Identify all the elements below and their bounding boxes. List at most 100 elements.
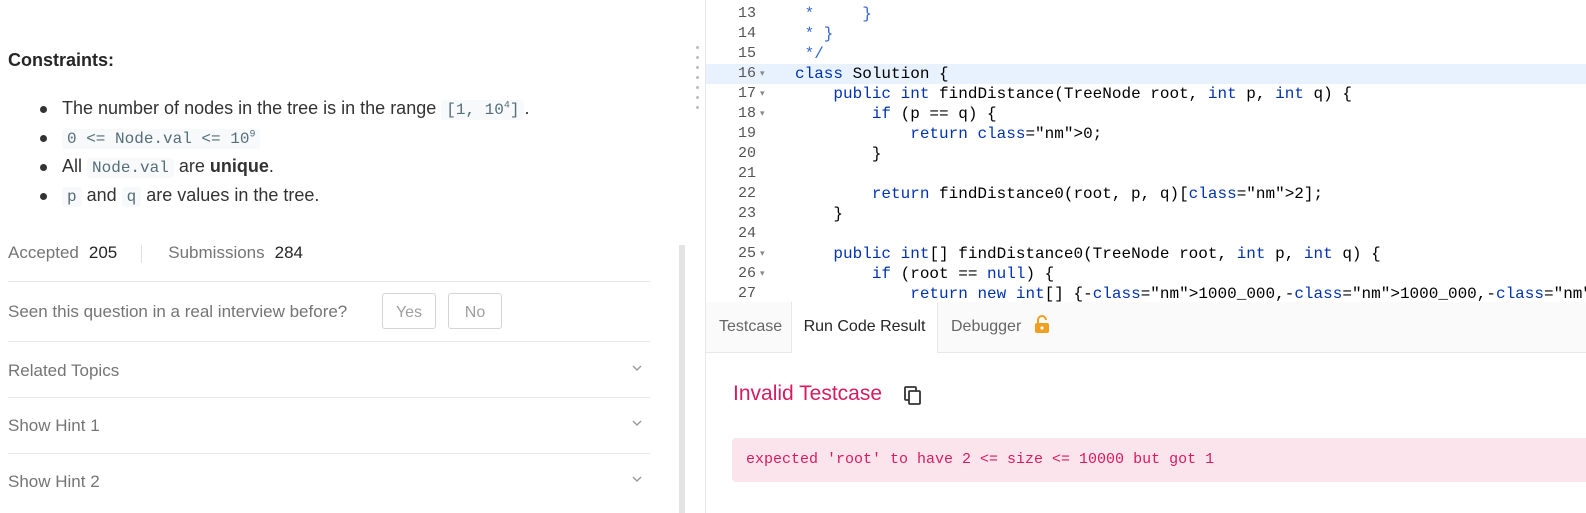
chevron-down-icon [632,420,642,426]
fold-arrow-icon[interactable]: ▾ [760,264,765,284]
accordion-hint-1[interactable]: Show Hint 1 [8,416,650,436]
code-line[interactable]: 17 ▾ public int findDistance(TreeNode roo… [706,84,1586,104]
divider [8,281,650,282]
fold-arrow-icon[interactable]: ▾ [760,104,765,124]
accordion-label: Related Topics [8,361,120,380]
constraint-text: and [81,185,122,205]
constraint-code: [1, 104] [441,100,525,120]
submissions-label: Submissions [168,243,265,262]
line-number: 23 [737,205,756,222]
code-text: class Solution { [795,65,949,83]
no-button[interactable]: No [448,293,502,329]
code-line[interactable]: 15 */ [706,44,1586,64]
code-text: public int findDistance(TreeNode root, i… [833,85,1352,103]
constraint-item: The number of nodes in the tree is in th… [38,94,529,123]
accordion-label: Show Hint 2 [8,472,100,491]
fold-arrow-icon[interactable]: ▾ [760,64,765,84]
line-number: 22 [737,185,756,202]
line-number: 26 [737,265,756,282]
submissions-count: 284 [274,243,304,262]
code-line[interactable]: 19 return class="nm">0; [706,124,1586,144]
line-number: 17 [737,85,756,102]
code-text: * } [795,5,872,23]
code-line[interactable]: 25 ▾ public int[] findDistance0(TreeNode … [706,244,1586,264]
code-line[interactable]: 20 } [706,144,1586,164]
yes-button[interactable]: Yes [382,293,436,329]
constraint-bold: unique [209,156,269,176]
line-number: 15 [737,45,756,62]
code-line[interactable]: 14 * } [706,24,1586,44]
tab-run-code-result[interactable]: Run Code Result [791,302,938,353]
code-line[interactable]: 16 ▾ class Solution { [706,64,1586,84]
line-number: 25 [737,245,756,262]
line-number: 19 [737,125,756,142]
constraint-item: p and q are values in the tree. [38,181,529,210]
constraint-text-end: . [268,156,274,176]
fold-arrow-icon[interactable]: ▾ [760,244,765,264]
constraint-code-text: [1, 10 [446,101,504,119]
code-editor[interactable]: 13 * } 14 * } 15 */16 ▾ class Solution {17 ▾ … [706,0,1586,302]
copy-icon[interactable] [904,386,922,406]
code-text: * } [795,25,834,43]
divider [8,453,650,454]
constraint-code-end: ] [509,101,520,119]
chevron-down-icon [632,476,642,482]
console-tabs: Testcase Run Code Result Debugger [706,302,1586,353]
constraint-item: All Node.val are unique. [38,152,529,181]
line-number: 27 [737,285,756,302]
code-text: } [795,205,844,223]
code-text: return new int[] {-class="nm">1000_000,-… [910,285,1586,302]
stats-separator [141,244,143,263]
code-line[interactable]: 13 * } [706,4,1586,24]
tab-debugger-label: Debugger [951,318,1022,335]
result-title: Invalid Testcase [733,382,883,405]
code-text: */ [795,45,824,63]
scrollbar[interactable] [679,245,685,513]
line-number: 21 [737,165,756,182]
divider [8,341,650,342]
code-text: } [795,145,882,163]
panel-splitter[interactable] [688,0,706,513]
code-line[interactable]: 18 ▾ if (p == q) { [706,104,1586,124]
code-text: return findDistance0(root, p, q)[class="… [871,185,1324,203]
interview-question: Seen this question in a real interview b… [8,302,348,321]
constraint-code: Node.val [87,158,174,178]
line-number: 20 [737,145,756,162]
drag-handle-icon[interactable] [696,46,699,116]
accepted-count: 205 [88,243,118,262]
tab-testcase[interactable]: Testcase [719,302,782,352]
constraint-text-end: . [524,98,530,118]
code-line[interactable]: 27 return new int[] {-class="nm">1000_00… [706,284,1586,302]
divider [8,397,650,398]
constraints-list: The number of nodes in the tree is in th… [38,94,529,210]
accordion-hint-2[interactable]: Show Hint 2 [8,472,650,492]
code-text: public int[] findDistance0(TreeNode root… [833,245,1381,263]
description-panel: Constraints: The number of nodes in the … [0,0,688,513]
line-number: 14 [737,25,756,42]
constraint-code-text: 0 <= Node.val <= 10 [67,130,250,148]
constraint-text-end: are values in the tree. [141,185,320,205]
code-line[interactable]: 21 [706,164,1586,184]
constraint-code: 0 <= Node.val <= 109 [62,129,261,149]
code-text: if (root == null) { [871,265,1055,283]
stats-row: Accepted 205 Submissions 284 [8,243,303,263]
code-line[interactable]: 26 ▾ if (root == null) { [706,264,1586,284]
console-panel: Testcase Run Code Result Debugger Invali… [706,302,1586,513]
code-line[interactable]: 23 } [706,204,1586,224]
chevron-down-icon [632,365,642,371]
lock-icon [1034,315,1049,333]
accordion-label: Show Hint 1 [8,416,100,435]
code-line[interactable]: 24 [706,224,1586,244]
accordion-related-topics[interactable]: Related Topics [8,361,650,381]
tab-debugger[interactable]: Debugger [951,302,1052,352]
line-number: 16 [737,65,756,82]
fold-arrow-icon[interactable]: ▾ [760,84,765,104]
constraint-text: The number of nodes in the tree is in th… [62,98,442,118]
code-text: return class="nm">0; [910,125,1103,143]
code-text: if (p == q) { [871,105,997,123]
constraint-code: q [121,187,142,207]
constraints-title: Constraints: [8,50,115,70]
superscript: 9 [249,129,256,141]
line-number: 13 [737,5,756,22]
code-line[interactable]: 22 return findDistance0(root, p, q)[clas… [706,184,1586,204]
